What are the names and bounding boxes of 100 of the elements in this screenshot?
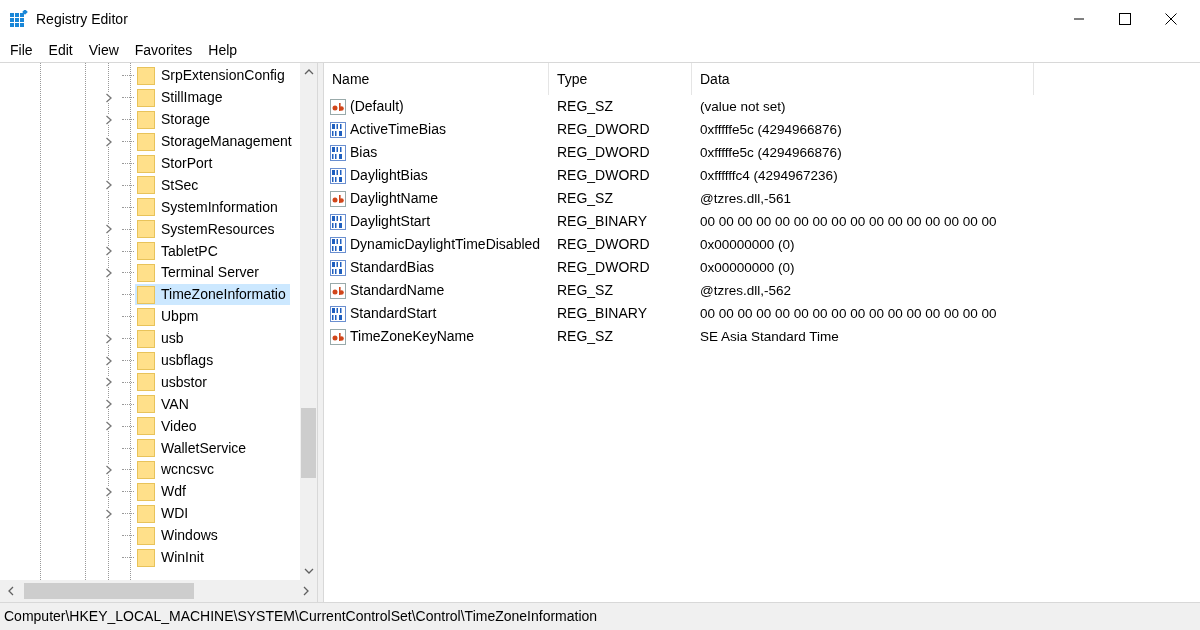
value-data: 0xffffffc4 (4294967236) bbox=[700, 167, 838, 183]
chevron-right-icon[interactable] bbox=[105, 136, 113, 147]
value-name[interactable]: DaylightBias bbox=[350, 165, 428, 186]
value-type: REG_BINARY bbox=[557, 305, 647, 321]
scroll-up-icon[interactable] bbox=[303, 69, 314, 75]
value-type: REG_DWORD bbox=[557, 259, 650, 275]
folder-icon bbox=[137, 504, 155, 523]
scrollbar-thumb[interactable] bbox=[24, 583, 194, 599]
value-data: 0xfffffe5c (4294966876) bbox=[700, 144, 842, 160]
horizontal-scrollbar[interactable] bbox=[0, 580, 317, 602]
folder-icon bbox=[137, 395, 155, 414]
folder-icon bbox=[137, 417, 155, 436]
value-type: REG_DWORD bbox=[557, 121, 650, 137]
folder-icon bbox=[137, 482, 155, 501]
chevron-right-icon[interactable] bbox=[105, 399, 113, 410]
chevron-right-icon[interactable] bbox=[105, 377, 113, 388]
folder-icon bbox=[137, 176, 155, 195]
string-value-icon bbox=[330, 282, 346, 299]
value-data: SE Asia Standard Time bbox=[700, 328, 839, 344]
binary-value-icon bbox=[330, 259, 346, 276]
value-type: REG_SZ bbox=[557, 282, 613, 298]
value-name[interactable]: DaylightStart bbox=[350, 211, 431, 232]
folder-icon bbox=[137, 526, 155, 545]
value-type: REG_SZ bbox=[557, 190, 613, 206]
chevron-right-icon[interactable] bbox=[105, 355, 113, 366]
menu-item[interactable]: View bbox=[80, 39, 127, 61]
chevron-right-icon[interactable] bbox=[105, 246, 113, 257]
chevron-right-icon[interactable] bbox=[105, 180, 113, 191]
chevron-right-icon[interactable] bbox=[105, 92, 113, 103]
menu-item[interactable]: Edit bbox=[40, 39, 81, 61]
value-name[interactable]: StandardName bbox=[350, 280, 445, 301]
string-value-icon bbox=[330, 190, 346, 207]
value-data: 0x00000000 (0) bbox=[700, 236, 795, 252]
chevron-right-icon[interactable] bbox=[105, 333, 113, 344]
menu-item[interactable]: Favorites bbox=[126, 39, 201, 61]
scroll-down-icon[interactable] bbox=[303, 568, 314, 574]
folder-icon bbox=[137, 373, 155, 392]
scrollbar-thumb[interactable] bbox=[301, 408, 316, 478]
value-type: REG_BINARY bbox=[557, 213, 647, 229]
binary-value-icon bbox=[330, 144, 346, 161]
value-data: @tzres.dll,-561 bbox=[700, 190, 791, 206]
value-name[interactable]: (Default) bbox=[350, 96, 404, 117]
vertical-scrollbar[interactable] bbox=[300, 63, 317, 580]
value-data: 0x00000000 (0) bbox=[700, 259, 795, 275]
binary-value-icon bbox=[330, 236, 346, 253]
folder-icon bbox=[137, 132, 155, 151]
binary-value-icon bbox=[330, 213, 346, 230]
value-type: REG_SZ bbox=[557, 328, 613, 344]
string-value-icon bbox=[330, 98, 346, 115]
registry-app-icon bbox=[10, 10, 28, 28]
folder-icon bbox=[137, 307, 155, 326]
maximize-icon bbox=[1119, 13, 1131, 25]
value-type: REG_DWORD bbox=[557, 167, 650, 183]
chevron-right-icon[interactable] bbox=[105, 224, 113, 235]
value-name[interactable]: Bias bbox=[350, 142, 378, 163]
folder-icon bbox=[137, 263, 155, 282]
menu-item[interactable]: Help bbox=[200, 39, 246, 61]
scroll-right-icon[interactable] bbox=[303, 586, 309, 596]
string-value-icon bbox=[330, 328, 346, 345]
folder-icon bbox=[137, 242, 155, 261]
chevron-right-icon[interactable] bbox=[105, 421, 113, 432]
value-data: 0xfffffe5c (4294966876) bbox=[700, 121, 842, 137]
value-data: (value not set) bbox=[700, 98, 786, 114]
value-name[interactable]: DaylightName bbox=[350, 188, 438, 209]
folder-icon bbox=[137, 460, 155, 479]
value-type: REG_SZ bbox=[557, 98, 613, 114]
menu-item[interactable]: File bbox=[2, 39, 41, 61]
folder-icon bbox=[137, 220, 155, 239]
value-name[interactable]: StandardStart bbox=[350, 303, 437, 324]
folder-icon bbox=[137, 110, 155, 129]
value-data: @tzres.dll,-562 bbox=[700, 282, 791, 298]
window-title: Registry Editor bbox=[36, 9, 128, 29]
folder-icon bbox=[137, 285, 155, 304]
column-header[interactable]: Type bbox=[549, 63, 692, 95]
column-header[interactable]: Name bbox=[324, 63, 549, 95]
folder-icon bbox=[137, 439, 155, 458]
chevron-right-icon[interactable] bbox=[105, 464, 113, 475]
binary-value-icon bbox=[330, 167, 346, 184]
chevron-right-icon[interactable] bbox=[105, 508, 113, 519]
value-type: REG_DWORD bbox=[557, 144, 650, 160]
binary-value-icon bbox=[330, 305, 346, 322]
value-name[interactable]: ActiveTimeBias bbox=[350, 119, 446, 140]
value-name[interactable]: StandardBias bbox=[350, 257, 435, 278]
status-path: Computer\HKEY_LOCAL_MACHINE\SYSTEM\CurrentControlSet\Control\TimeZoneInformation bbox=[4, 607, 598, 626]
tree-item[interactable]: TimeZoneInformatio bbox=[135, 284, 290, 306]
column-header[interactable]: Data bbox=[692, 63, 1034, 95]
chevron-right-icon[interactable] bbox=[105, 114, 113, 125]
value-data: 00 00 00 00 00 00 00 00 00 00 00 00 00 00 00 00 bbox=[700, 213, 997, 229]
close-icon bbox=[1165, 13, 1177, 25]
value-name[interactable]: TimeZoneKeyName bbox=[350, 326, 474, 347]
binary-value-icon bbox=[330, 121, 346, 138]
scroll-left-icon[interactable] bbox=[8, 586, 14, 596]
folder-icon bbox=[137, 154, 155, 173]
folder-icon bbox=[137, 88, 155, 107]
folder-icon bbox=[137, 66, 155, 85]
chevron-right-icon[interactable] bbox=[105, 486, 113, 497]
chevron-right-icon[interactable] bbox=[105, 267, 113, 278]
folder-icon bbox=[137, 198, 155, 217]
folder-icon bbox=[137, 548, 155, 567]
value-name[interactable]: DynamicDaylightTimeDisabled bbox=[350, 234, 541, 255]
